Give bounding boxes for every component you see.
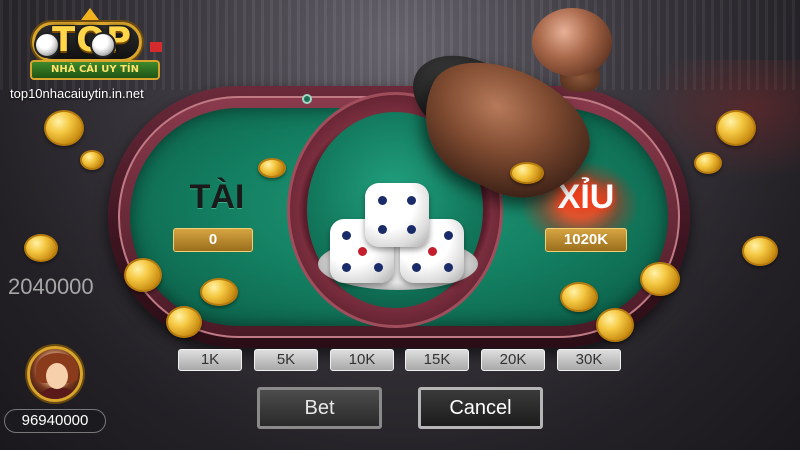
die-pip <box>427 246 437 256</box>
die-pip <box>443 262 453 272</box>
rail-rivet <box>302 94 312 104</box>
die-pip <box>411 262 421 272</box>
chip-1k[interactable]: 1K <box>178 349 242 371</box>
bet-button[interactable]: Bet <box>257 387 382 429</box>
coin-icon <box>258 158 286 178</box>
die-pip <box>378 224 388 234</box>
coin-icon <box>560 282 598 312</box>
die-1 <box>365 183 429 247</box>
coin-icon <box>716 110 756 146</box>
die-pip <box>357 246 367 256</box>
table-balance: 2040000 <box>8 274 94 299</box>
die-pip <box>406 196 416 206</box>
die-pip <box>406 224 416 234</box>
player-money: 96940000 <box>4 409 106 433</box>
chip-5k[interactable]: 5K <box>254 349 318 371</box>
coin-icon <box>510 162 544 184</box>
coin-icon <box>166 306 202 338</box>
dice-cup-knob[interactable] <box>532 8 612 76</box>
chip-10k[interactable]: 10K <box>330 349 394 371</box>
coin-icon <box>640 262 680 296</box>
coin-icon <box>200 278 238 306</box>
die-pip <box>373 262 383 272</box>
coin-icon <box>124 258 162 292</box>
flag-icon <box>150 42 162 52</box>
avatar-icon[interactable] <box>27 346 83 402</box>
logo-subtitle: NHÀ CÁI UY TÍN <box>30 60 160 80</box>
tai-label[interactable]: TÀI <box>182 178 252 217</box>
die-pip <box>443 230 453 240</box>
chip-15k[interactable]: 15K <box>405 349 469 371</box>
coin-icon <box>694 152 722 174</box>
die-pip <box>378 196 388 206</box>
tai-bet-value[interactable]: 0 <box>173 228 253 252</box>
avatar-body <box>38 387 78 399</box>
coin-icon <box>24 234 58 262</box>
coin-icon <box>742 236 778 266</box>
chip-30k[interactable]: 30K <box>557 349 621 371</box>
chip-20k[interactable]: 20K <box>481 349 545 371</box>
site-url: top10nhacaiuytin.in.net <box>10 86 144 101</box>
brand-logo: TOP NHÀ CÁI UY TÍN <box>10 8 165 88</box>
xiu-bet-value[interactable]: 1020K <box>545 228 627 252</box>
coin-icon <box>80 150 104 170</box>
coin-icon <box>596 308 634 342</box>
die-pip <box>341 262 351 272</box>
coin-icon <box>44 110 84 146</box>
cancel-button[interactable]: Cancel <box>418 387 543 429</box>
die-pip <box>341 230 351 240</box>
soccer-ball-icon <box>90 32 116 58</box>
avatar-face <box>46 363 68 389</box>
